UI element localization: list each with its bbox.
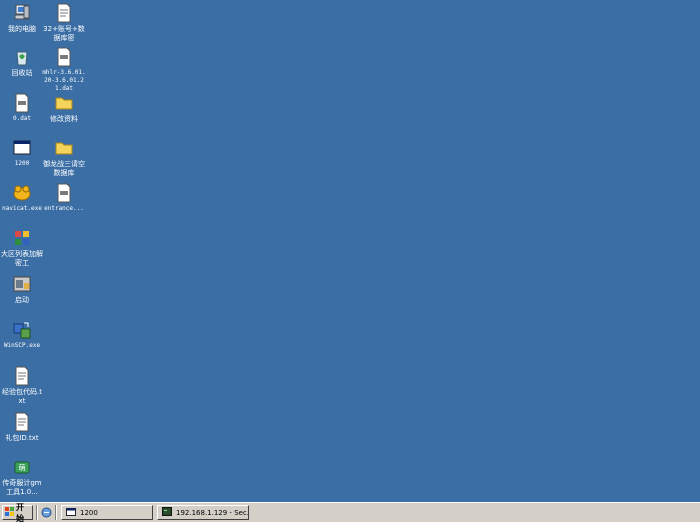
launcher-icon <box>12 274 32 294</box>
taskbar: 开始 1200 192.168.1.129 - Sec... <box>0 502 700 523</box>
task-label: 1200 <box>80 508 98 517</box>
text-file-icon <box>54 3 74 23</box>
quick-launch <box>41 503 52 522</box>
desktop-icon-winscp[interactable]: WinSCP.exe <box>0 320 44 350</box>
desktop-icon-1200[interactable]: 1200 <box>0 138 44 168</box>
icon-label: 经验包代码.txt <box>2 388 42 405</box>
desktop-icon-gift-id-txt[interactable]: 礼包ID.txt <box>0 412 44 443</box>
icon-label: mhlr-3.6.01.20-3.6.01.21.dat <box>42 69 86 92</box>
window-icon <box>12 138 32 158</box>
desktop: 我的电脑 回收站 0.dat 1200 navicat.exe 大区列表加解密工… <box>0 0 700 502</box>
winscp-icon <box>12 320 32 340</box>
icon-label: 启动 <box>15 296 29 304</box>
desktop-icon-gm-tool[interactable]: 萌 传奇服计gm工具1.0... <box>0 457 44 497</box>
icon-label: 我的电脑 <box>8 25 36 33</box>
icon-label: navicat.exe <box>2 205 42 212</box>
window-icon <box>66 507 76 518</box>
desktop-icon-mhlr-dat[interactable]: mhlr-3.6.01.20-3.6.01.21.dat <box>42 47 86 93</box>
svg-text:萌: 萌 <box>19 463 26 472</box>
desktop-icon-modify-data-folder[interactable]: 修改资料 <box>42 93 86 124</box>
navicat-icon <box>12 183 32 203</box>
taskbar-task-ssh[interactable]: 192.168.1.129 - Sec... <box>157 505 249 520</box>
icon-label: 大区列表加解密工 <box>1 250 43 267</box>
start-button[interactable]: 开始 <box>2 503 33 523</box>
icon-label: 1200 <box>14 160 30 167</box>
text-file-icon <box>12 366 32 386</box>
windows-logo-icon <box>5 507 14 518</box>
terminal-icon <box>162 507 172 518</box>
start-label: 开始 <box>16 502 24 523</box>
taskbar-separator <box>55 505 57 520</box>
show-desktop-icon[interactable] <box>41 503 52 522</box>
icon-label: entrance... <box>44 205 84 212</box>
desktop-icon-navicat[interactable]: navicat.exe <box>0 183 44 213</box>
desktop-icon-launch[interactable]: 启动 <box>0 274 44 305</box>
desktop-icon-account-data[interactable]: 32+账号+数据库密 <box>42 3 86 43</box>
desktop-icon-entrance[interactable]: entrance... <box>42 183 86 213</box>
icon-label: WinSCP.exe <box>3 342 41 349</box>
dat-file-icon <box>54 183 74 203</box>
computer-icon <box>12 3 32 23</box>
folder-icon <box>54 93 74 113</box>
folder-icon <box>54 138 74 158</box>
icon-label: 御龙战三请空数据库 <box>43 160 85 177</box>
desktop-icon-0-dat[interactable]: 0.dat <box>0 93 44 123</box>
icon-label: 修改资料 <box>50 115 78 123</box>
desktop-icon-dagu-unlock-tool[interactable]: 大区列表加解密工 <box>0 228 44 268</box>
icon-label: 0.dat <box>12 115 32 122</box>
desktop-icon-gift-code-txt[interactable]: 经验包代码.txt <box>0 366 44 406</box>
icon-label: 32+账号+数据库密 <box>43 25 85 42</box>
icon-label: 传奇服计gm工具1.0... <box>2 479 42 496</box>
recycle-bin-icon <box>12 47 32 67</box>
file-icon <box>12 93 32 113</box>
icon-label: 回收站 <box>11 69 33 77</box>
taskbar-separator <box>36 505 38 520</box>
gm-tool-icon: 萌 <box>12 457 32 477</box>
task-label: 192.168.1.129 - Sec... <box>176 508 249 517</box>
tool-icon <box>12 228 32 248</box>
desktop-icon-my-computer[interactable]: 我的电脑 <box>0 3 44 34</box>
taskbar-task-1200[interactable]: 1200 <box>61 505 153 520</box>
desktop-icon-clear-db-folder[interactable]: 御龙战三请空数据库 <box>42 138 86 178</box>
text-file-icon <box>12 412 32 432</box>
icon-label: 礼包ID.txt <box>5 434 39 442</box>
dat-file-icon <box>54 47 74 67</box>
desktop-icon-recycle-bin[interactable]: 回收站 <box>0 47 44 78</box>
